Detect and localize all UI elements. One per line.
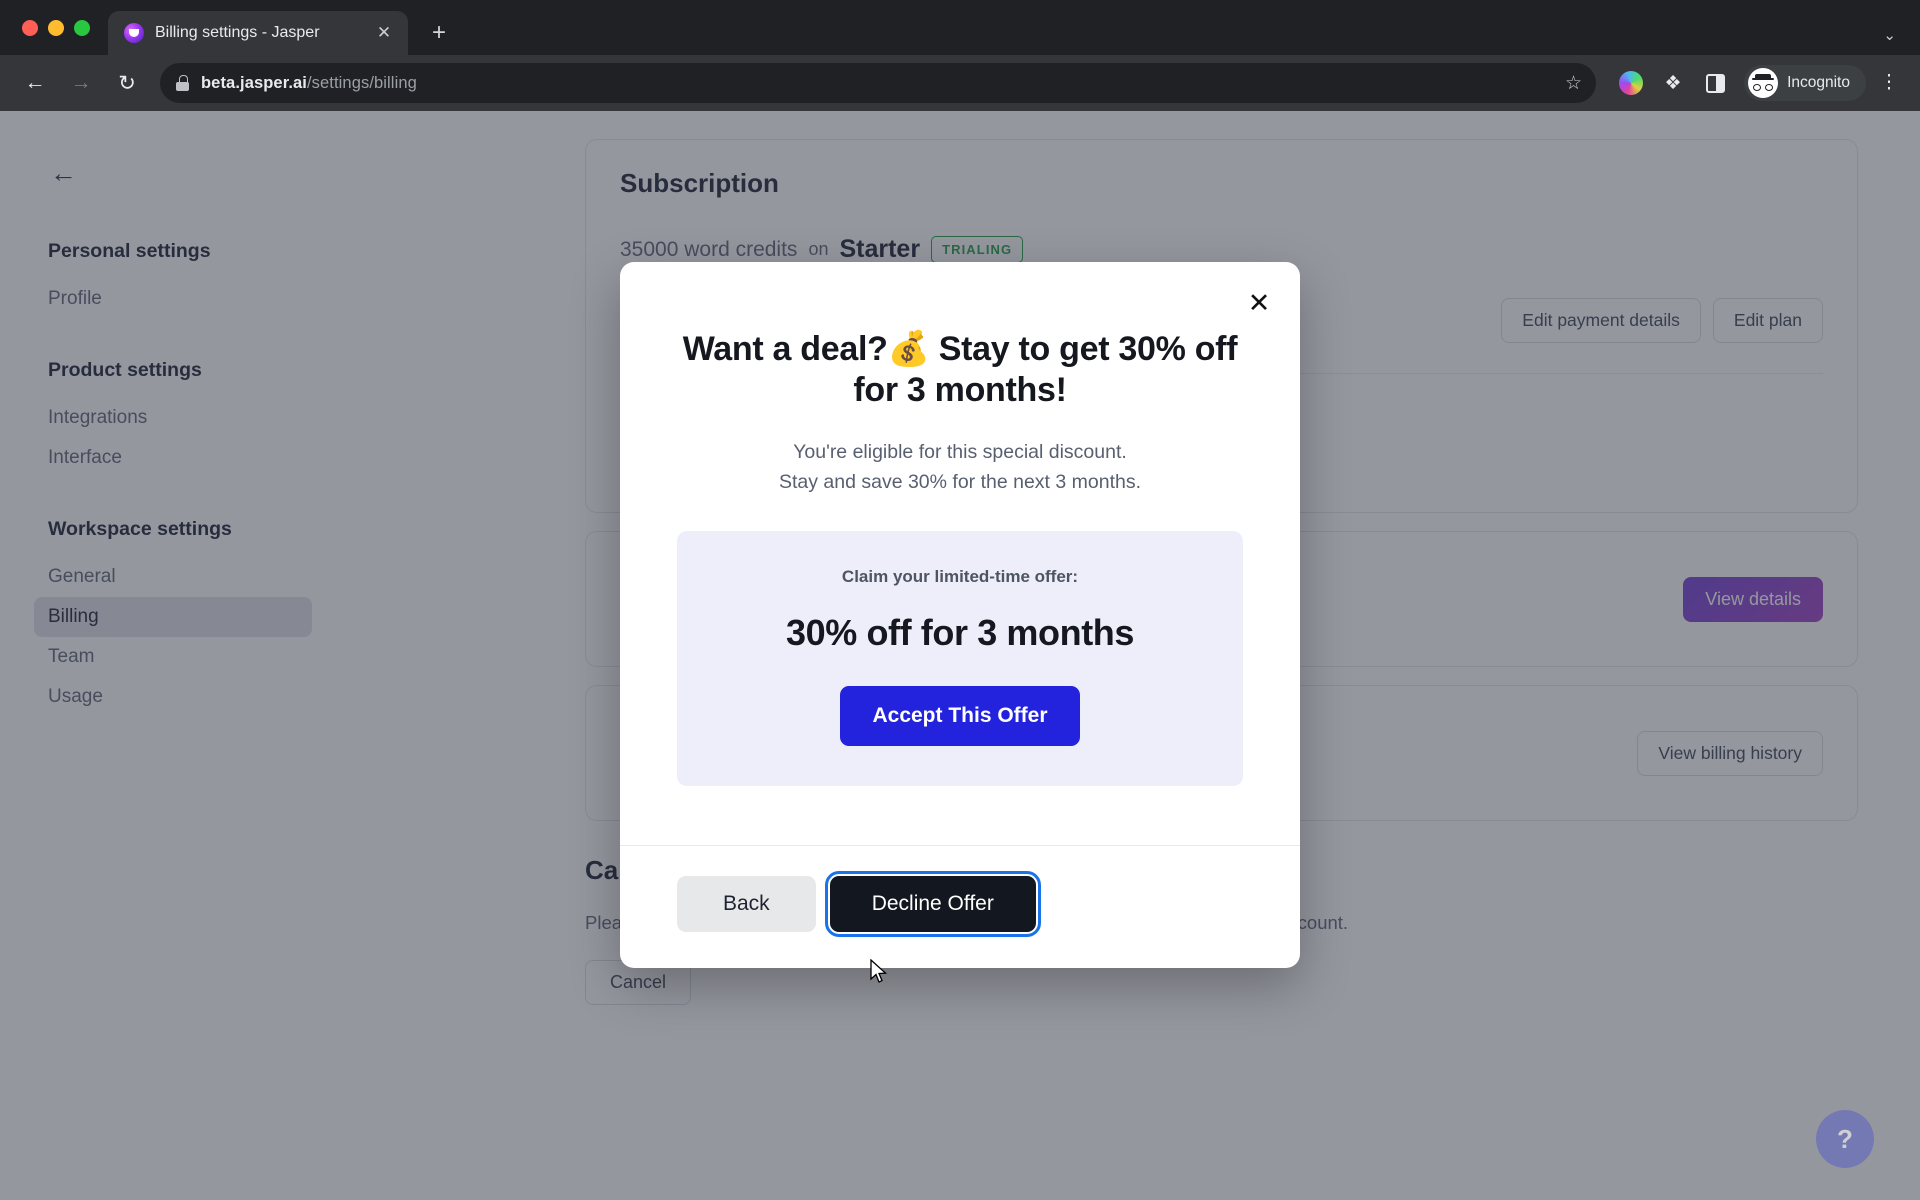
window-controls [18, 0, 102, 55]
page-viewport: ← Personal settings Profile Product sett… [0, 111, 1920, 1200]
jasper-logo-icon [124, 23, 144, 43]
url-text: beta.jasper.ai/settings/billing [201, 74, 417, 93]
tab-title: Billing settings - Jasper [155, 24, 320, 41]
profile-label: Incognito [1787, 74, 1850, 91]
modal-subtext: You're eligible for this special discoun… [677, 438, 1243, 497]
offer-label: Claim your limited-time offer: [841, 566, 1079, 586]
help-button[interactable]: ? [1816, 1110, 1874, 1168]
secure-lock-icon [176, 75, 189, 91]
forward-button[interactable]: → [60, 62, 102, 104]
minimize-window-button[interactable] [48, 19, 64, 36]
extensions-puzzle-icon[interactable]: ❖ [1654, 64, 1692, 102]
url-path: /settings/billing [306, 73, 417, 92]
address-bar[interactable]: beta.jasper.ai/settings/billing ☆ [160, 63, 1597, 103]
new-tab-button[interactable]: + [422, 16, 456, 50]
close-tab-icon[interactable]: ✕ [372, 21, 396, 45]
offer-value: 30% off for 3 months [785, 611, 1135, 653]
incognito-profile-button[interactable]: Incognito [1744, 65, 1866, 101]
browser-window: Billing settings - Jasper ✕ + ⌄ ← → ↻ be… [0, 0, 1920, 1200]
back-button[interactable]: Back [677, 876, 816, 932]
modal-footer: Back Decline Offer [620, 845, 1300, 968]
incognito-avatar-icon [1748, 68, 1779, 98]
browser-toolbar: ← → ↻ beta.jasper.ai/settings/billing ☆ … [0, 55, 1920, 111]
tab-strip: Billing settings - Jasper ✕ + ⌄ [0, 0, 1920, 55]
modal-body: Want a deal?💰 Stay to get 30% off for 3 … [620, 262, 1300, 845]
modal-subtext-line-1: You're eligible for this special discoun… [793, 441, 1127, 464]
modal-heading: Want a deal?💰 Stay to get 30% off for 3 … [682, 330, 1238, 410]
accept-offer-button[interactable]: Accept This Offer [840, 685, 1080, 746]
side-panel-icon[interactable] [1696, 64, 1734, 102]
modal-subtext-line-2: Stay and save 30% for the next 3 months. [778, 470, 1142, 493]
browser-tab[interactable]: Billing settings - Jasper ✕ [108, 11, 408, 55]
bookmark-star-icon[interactable]: ☆ [1565, 72, 1582, 95]
close-icon[interactable]: ✕ [1242, 286, 1276, 320]
back-button[interactable]: ← [14, 62, 56, 104]
extension-colorful-icon[interactable] [1612, 64, 1650, 102]
chevron-down-icon[interactable]: ⌄ [1883, 26, 1896, 44]
retention-offer-modal: ✕ Want a deal?💰 Stay to get 30% off for … [620, 262, 1300, 968]
browser-menu-icon[interactable]: ⋮ [1872, 72, 1906, 92]
reload-button[interactable]: ↻ [106, 62, 148, 104]
url-domain: beta.jasper.ai [201, 73, 307, 92]
close-window-button[interactable] [22, 19, 38, 36]
offer-box: Claim your limited-time offer: 30% off f… [677, 530, 1243, 786]
decline-offer-button[interactable]: Decline Offer [824, 871, 1041, 937]
maximize-window-button[interactable] [74, 19, 90, 36]
